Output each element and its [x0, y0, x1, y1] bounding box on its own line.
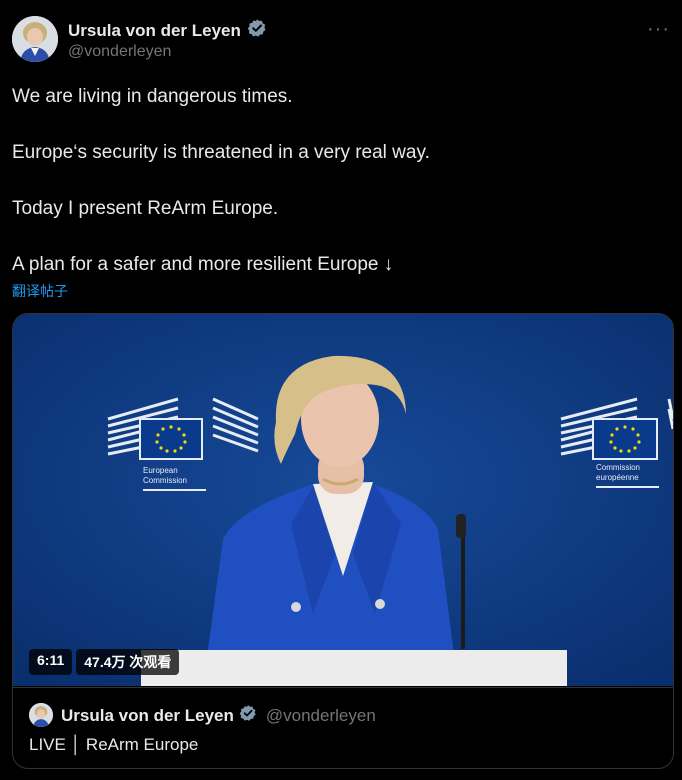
tweet: Ursula von der Leyen @vonderleyen ··· We…: [0, 0, 682, 780]
quoted-name-row: Ursula von der Leyen @vonderleyen: [61, 704, 376, 727]
quoted-handle[interactable]: @vonderleyen: [266, 706, 376, 726]
logo-right-line-2: européenne: [596, 473, 639, 482]
quoted-post[interactable]: Ursula von der Leyen @vonderleyen LIVE │…: [13, 687, 673, 768]
more-horizontal-icon[interactable]: ···: [647, 18, 670, 41]
tweet-paragraph: Europe‘s security is threatened in a ver…: [12, 142, 430, 163]
author-display-name[interactable]: Ursula von der Leyen: [68, 21, 241, 41]
avatar[interactable]: [12, 16, 58, 62]
author-handle[interactable]: @vonderleyen: [68, 43, 171, 61]
video-frame: European Commission Commission européenn…: [13, 314, 673, 686]
quoted-avatar[interactable]: [29, 703, 53, 727]
video-views-badge: 47.4万 次观看: [76, 649, 180, 675]
quoted-display-name[interactable]: Ursula von der Leyen: [61, 706, 234, 726]
media-card[interactable]: European Commission Commission européenn…: [12, 313, 674, 769]
logo-right-line-1: Commission: [596, 463, 640, 472]
video-badges: 6:11 47.4万 次观看: [29, 649, 180, 675]
video-duration-badge: 6:11: [29, 649, 73, 675]
tweet-paragraph: We are living in dangerous times.: [12, 86, 293, 107]
verified-badge-icon: [247, 18, 267, 43]
tweet-text: We are living in dangerous times. Europe…: [12, 84, 662, 277]
author-name-row: Ursula von der Leyen: [68, 18, 267, 43]
tweet-paragraph: A plan for a safer and more resilient Eu…: [12, 254, 394, 275]
translate-link[interactable]: 翻译帖子: [12, 281, 68, 301]
logo-left-line-2: Commission: [143, 476, 187, 485]
quoted-text: LIVE │ ReArm Europe: [29, 735, 199, 754]
tweet-paragraph: Today I present ReArm Europe.: [12, 198, 279, 219]
verified-badge-icon: [239, 704, 257, 727]
podium: [141, 650, 567, 686]
video-player[interactable]: European Commission Commission européenn…: [13, 314, 673, 686]
logo-left-line-1: European: [143, 466, 178, 475]
